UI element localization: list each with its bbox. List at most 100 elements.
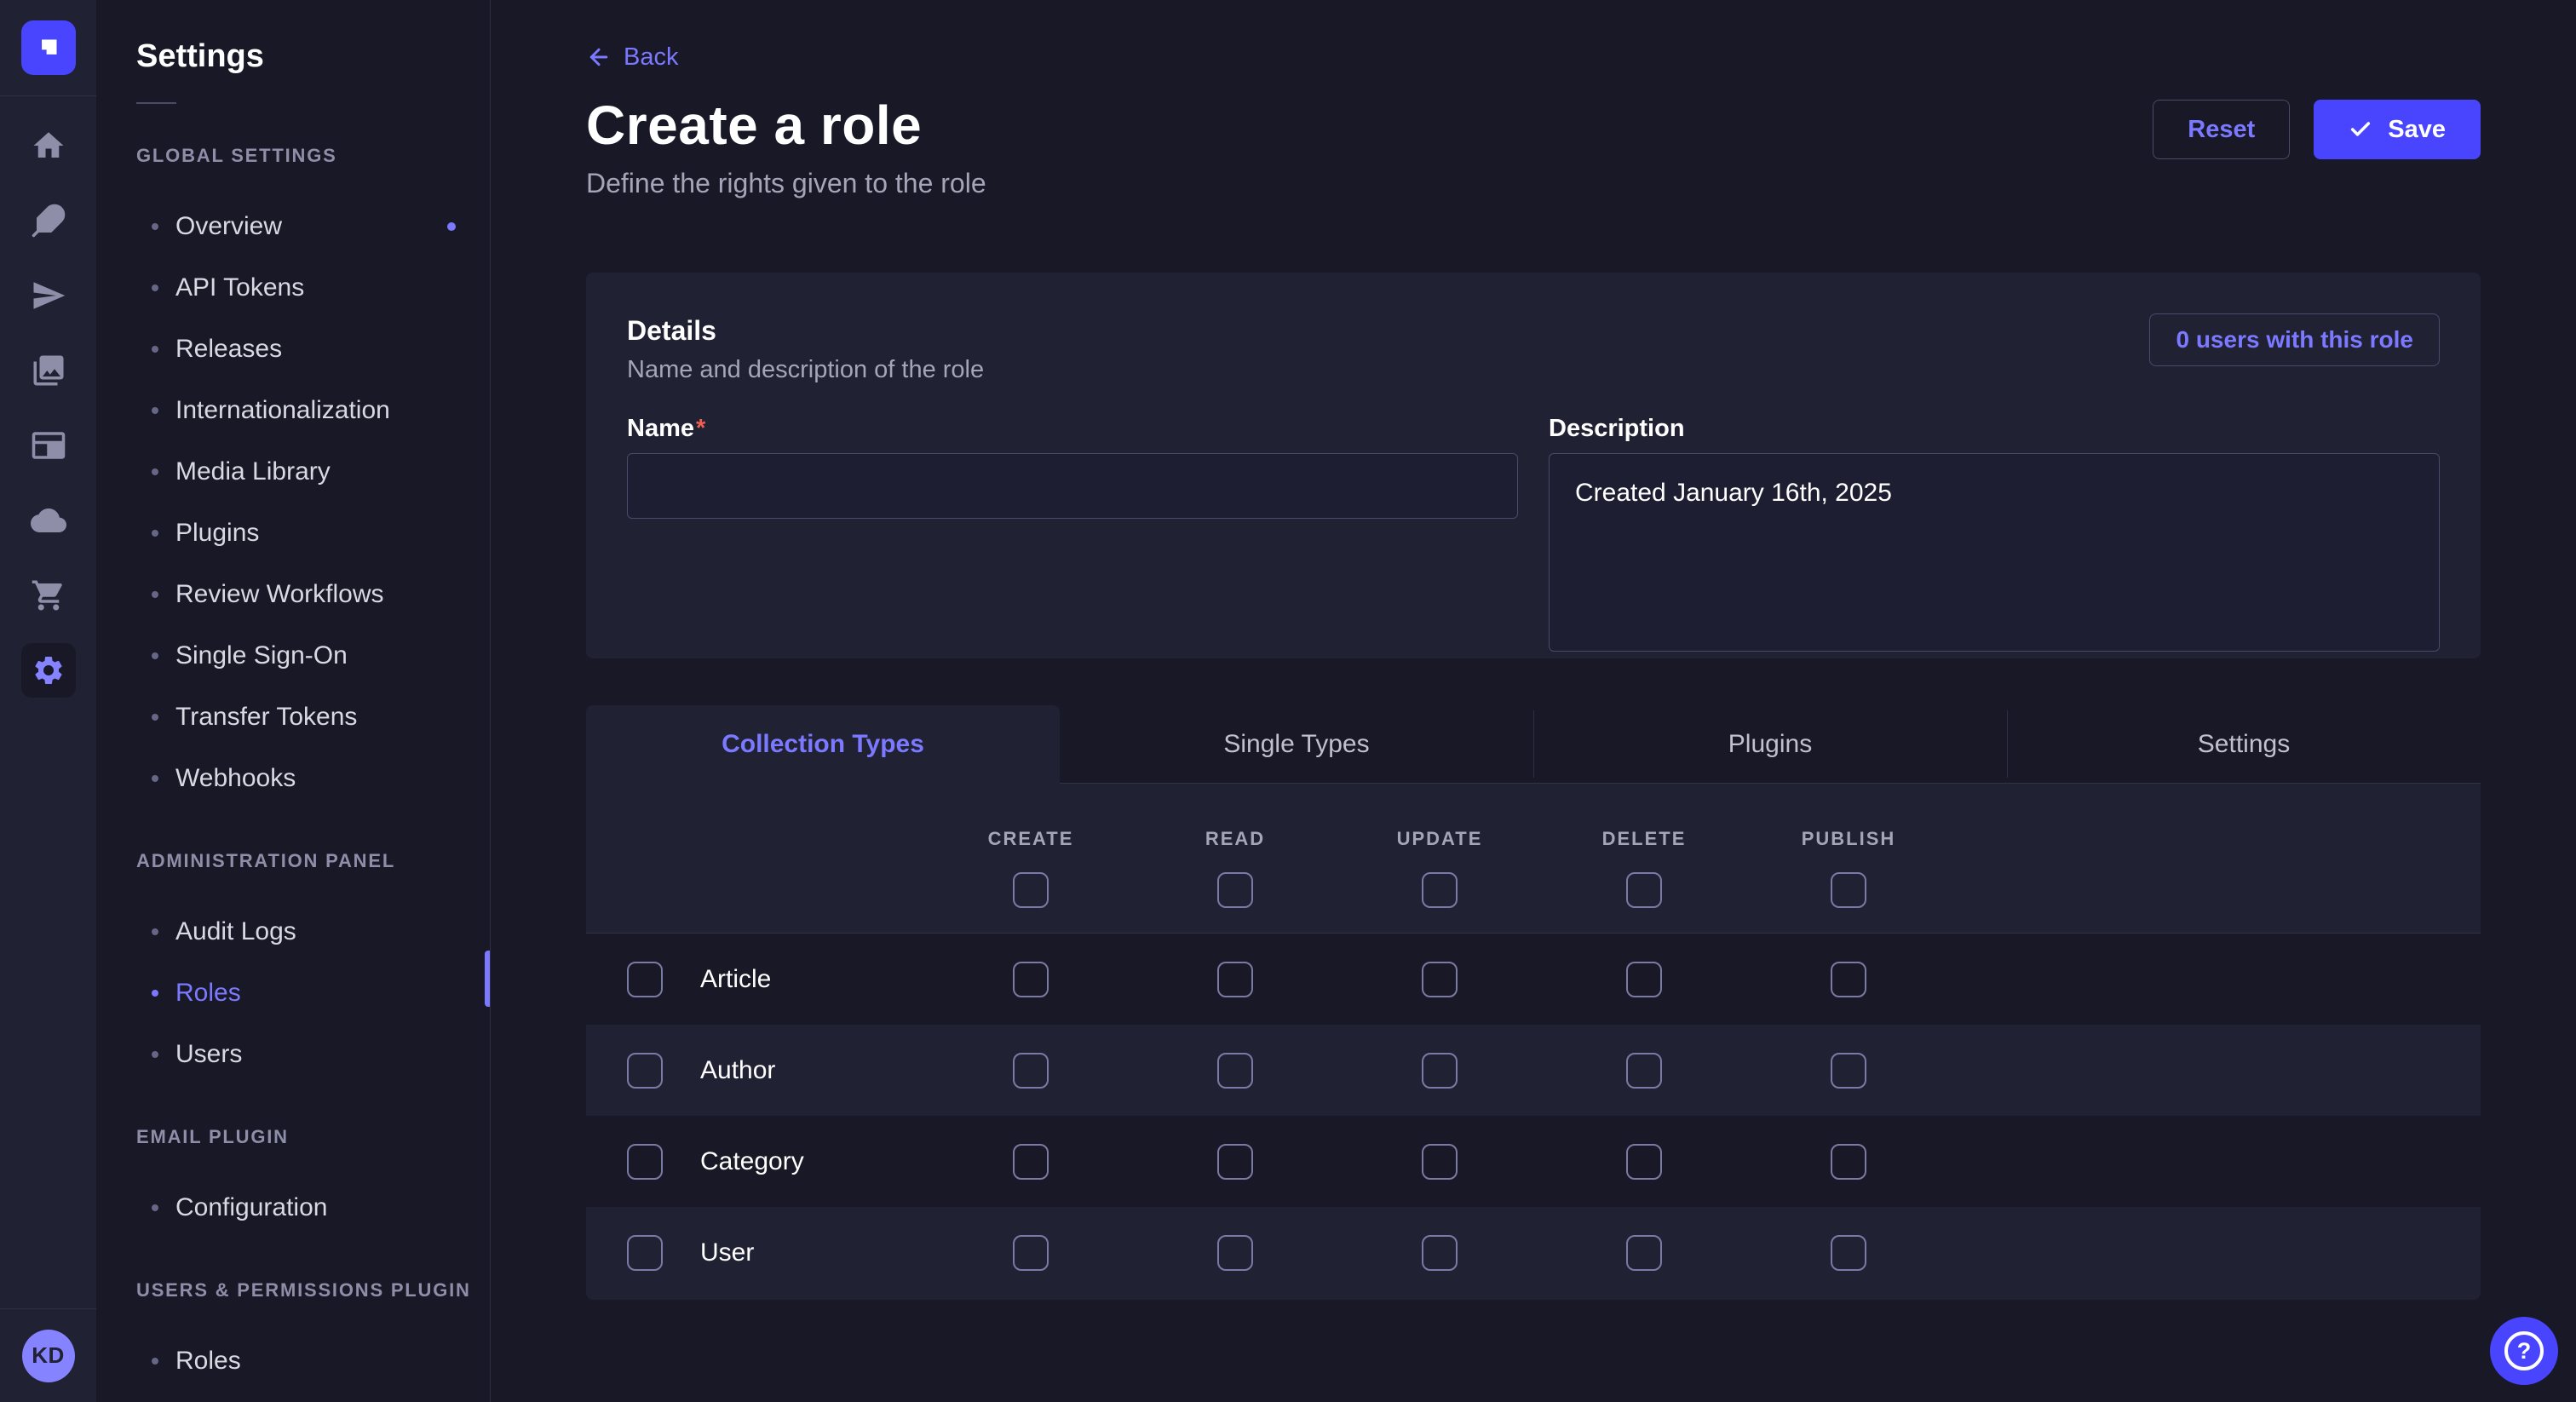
settings-nav-button[interactable] [11, 633, 86, 708]
author-create-checkbox[interactable] [1013, 1053, 1049, 1089]
help-icon: ? [2504, 1331, 2544, 1370]
table-row-category: Category [586, 1116, 2481, 1207]
settings-active-pill [21, 643, 76, 698]
user-publish-checkbox[interactable] [1831, 1235, 1866, 1271]
content-builder-nav-button[interactable] [11, 183, 86, 258]
sidebar-item-single-sign-on[interactable]: Single Sign-On [136, 625, 490, 687]
strapi-logo[interactable] [21, 20, 76, 75]
sidebar-item-overview[interactable]: Overview [136, 196, 490, 257]
cloud-icon [31, 503, 66, 538]
section-label-email-plugin: Email plugin [136, 1126, 490, 1150]
sidebar-item-audit-logs[interactable]: Audit Logs [136, 901, 490, 962]
author-delete-checkbox[interactable] [1626, 1053, 1662, 1089]
sidebar-item-releases[interactable]: Releases [136, 319, 490, 380]
media-library-nav-button[interactable] [11, 333, 86, 408]
sidebar-item-media-library[interactable]: Media Library [136, 441, 490, 503]
back-link[interactable]: Back [586, 43, 678, 72]
required-asterisk: * [696, 415, 705, 442]
category-publish-checkbox[interactable] [1831, 1144, 1866, 1180]
article-publish-checkbox[interactable] [1831, 962, 1866, 997]
feather-icon [31, 203, 66, 238]
sidebar-item-up-roles[interactable]: Roles [136, 1330, 490, 1392]
permissions-header-labels: Create Read Update Delete Publish [586, 784, 2481, 850]
avatar[interactable]: KD [22, 1330, 75, 1382]
column-header-read: Read [1133, 828, 1337, 850]
table-row-article: Article [586, 934, 2481, 1025]
tab-plugins[interactable]: Plugins [1533, 705, 2007, 783]
row-select-checkbox[interactable] [627, 1053, 663, 1089]
sidebar-item-roles[interactable]: Roles [136, 962, 490, 1024]
rail-footer: KD [0, 1308, 96, 1402]
column-header-delete: Delete [1542, 828, 1746, 850]
cloud-nav-button[interactable] [11, 483, 86, 558]
name-field-group: Name* [627, 414, 1518, 656]
category-update-checkbox[interactable] [1422, 1144, 1458, 1180]
row-select-checkbox[interactable] [627, 962, 663, 997]
row-select-checkbox[interactable] [627, 1144, 663, 1180]
sidebar-item-review-workflows[interactable]: Review Workflows [136, 564, 490, 625]
back-label: Back [624, 43, 678, 72]
check-icon [2349, 118, 2372, 141]
reset-button[interactable]: Reset [2153, 100, 2290, 159]
bullet-icon [152, 775, 158, 782]
sidebar-item-plugins[interactable]: Plugins [136, 503, 490, 564]
save-button[interactable]: Save [2314, 100, 2481, 159]
category-read-checkbox[interactable] [1217, 1144, 1253, 1180]
arrow-left-icon [586, 44, 612, 70]
sidebar-item-users[interactable]: Users [136, 1024, 490, 1085]
article-update-checkbox[interactable] [1422, 962, 1458, 997]
sidebar-item-configuration[interactable]: Configuration [136, 1177, 490, 1238]
row-label: Author [700, 1056, 775, 1085]
select-all-delete-checkbox[interactable] [1626, 872, 1662, 908]
home-nav-button[interactable] [11, 108, 86, 183]
tab-settings[interactable]: Settings [2007, 705, 2481, 783]
tab-collection-types[interactable]: Collection Types [586, 705, 1060, 784]
deploy-nav-button[interactable] [11, 258, 86, 333]
user-read-checkbox[interactable] [1217, 1235, 1253, 1271]
name-label: Name* [627, 415, 705, 442]
permissions-table: Create Read Update Delete Publish Articl… [586, 784, 2481, 1300]
user-delete-checkbox[interactable] [1626, 1235, 1662, 1271]
notification-dot-icon [447, 222, 456, 231]
home-icon [31, 128, 66, 164]
tab-single-types[interactable]: Single Types [1060, 705, 1533, 783]
description-field-group: Description Created January 16th, 2025 [1549, 414, 2440, 656]
article-create-checkbox[interactable] [1013, 962, 1049, 997]
active-item-indicator [485, 951, 490, 1007]
users-with-role-button[interactable]: 0 users with this role [2149, 313, 2440, 366]
sidebar-item-providers[interactable]: Providers [136, 1392, 490, 1402]
article-read-checkbox[interactable] [1217, 962, 1253, 997]
tab-divider [2007, 710, 2008, 778]
bullet-icon [152, 468, 158, 475]
select-all-read-checkbox[interactable] [1217, 872, 1253, 908]
bullet-icon [152, 223, 158, 230]
select-all-publish-checkbox[interactable] [1831, 872, 1866, 908]
name-input[interactable] [627, 453, 1518, 519]
sidebar-item-api-tokens[interactable]: API Tokens [136, 257, 490, 319]
row-label: Category [700, 1147, 804, 1176]
description-textarea[interactable]: Created January 16th, 2025 [1549, 453, 2440, 652]
author-publish-checkbox[interactable] [1831, 1053, 1866, 1089]
marketplace-nav-button[interactable] [11, 558, 86, 633]
tab-divider [1533, 710, 1534, 778]
help-button[interactable]: ? [2490, 1317, 2558, 1385]
article-delete-checkbox[interactable] [1626, 962, 1662, 997]
row-label: Article [700, 965, 771, 994]
cart-icon [31, 577, 66, 613]
user-create-checkbox[interactable] [1013, 1235, 1049, 1271]
author-update-checkbox[interactable] [1422, 1053, 1458, 1089]
category-delete-checkbox[interactable] [1626, 1144, 1662, 1180]
bullet-icon [152, 652, 158, 659]
select-all-create-checkbox[interactable] [1013, 872, 1049, 908]
select-all-update-checkbox[interactable] [1422, 872, 1458, 908]
bullet-icon [152, 1358, 158, 1365]
category-create-checkbox[interactable] [1013, 1144, 1049, 1180]
settings-sidebar: Settings Global settings Overview API To… [96, 0, 491, 1402]
sidebar-item-transfer-tokens[interactable]: Transfer Tokens [136, 687, 490, 748]
user-update-checkbox[interactable] [1422, 1235, 1458, 1271]
author-read-checkbox[interactable] [1217, 1053, 1253, 1089]
sidebar-item-webhooks[interactable]: Webhooks [136, 748, 490, 809]
content-manager-nav-button[interactable] [11, 408, 86, 483]
sidebar-item-internationalization[interactable]: Internationalization [136, 380, 490, 441]
row-select-checkbox[interactable] [627, 1235, 663, 1271]
